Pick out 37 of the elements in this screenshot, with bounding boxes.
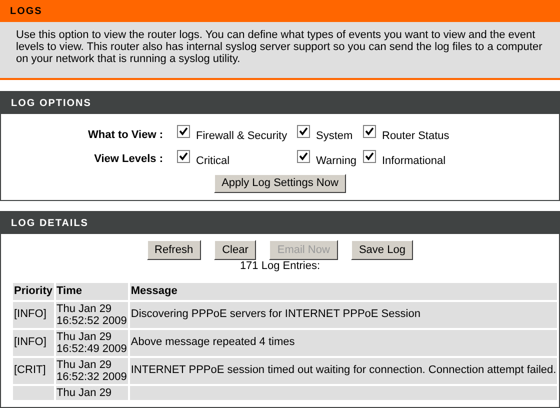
option-text: Informational (382, 154, 446, 168)
option-text: Router Status (382, 129, 450, 144)
option-text: Firewall & Security (196, 129, 288, 144)
checkbox[interactable] (297, 150, 310, 162)
option-text: System (316, 129, 353, 144)
description-text: Use this option to view the router logs. You can define what types of events you want to view and the event levels to view. This router also has internal syslog server support so you can send the log files to a computer on your network that is running a syslog utility. (16, 29, 544, 65)
log-button[interactable]: Refresh (146, 240, 202, 260)
section-header: LOG OPTIONS (1, 92, 559, 114)
log-button[interactable]: Clear (214, 240, 256, 260)
checkbox[interactable] (297, 125, 310, 138)
table-cell: Thu Jan 29 16:52:32 2009 (56, 358, 128, 384)
table-cell: [INFO] (13, 330, 54, 356)
section-header: LOGS (0, 0, 560, 22)
table-cell: Above message repeated 4 times (130, 330, 558, 356)
checkbox[interactable] (177, 150, 190, 162)
option-text: Warning (316, 154, 357, 168)
table-cell: Thu Jan 29 (56, 386, 128, 400)
table-cell (13, 386, 54, 400)
option-text: Critical (196, 154, 230, 168)
table-cell: Thu Jan 29 16:52:49 2009 (56, 330, 128, 356)
checkbox[interactable] (177, 125, 190, 138)
column-header: Priority (13, 283, 54, 300)
apply-button[interactable]: Apply Log Settings Now (214, 174, 346, 193)
table-cell: [CRIT] (13, 358, 54, 384)
option-label: View Levels : (93, 152, 164, 167)
entries-count: 171 Log Entries: (240, 260, 320, 273)
column-header: Time (56, 283, 128, 300)
checkbox[interactable] (363, 125, 376, 138)
table-cell: Thu Jan 29 16:52:52 2009 (56, 302, 128, 328)
table-cell: [INFO] (13, 302, 54, 328)
column-header: Message (130, 283, 558, 300)
table-cell: Discovering PPPoE servers for INTERNET PPPoE Session (130, 302, 558, 328)
section-header: LOG DETAILS (1, 212, 559, 234)
option-label: What to View : (87, 128, 164, 142)
checkbox[interactable] (363, 150, 376, 162)
table-cell: INTERNET PPPoE session timed out waiting for connection. Connection attempt failed. (130, 358, 558, 384)
log-button[interactable]: Save Log (350, 240, 414, 260)
